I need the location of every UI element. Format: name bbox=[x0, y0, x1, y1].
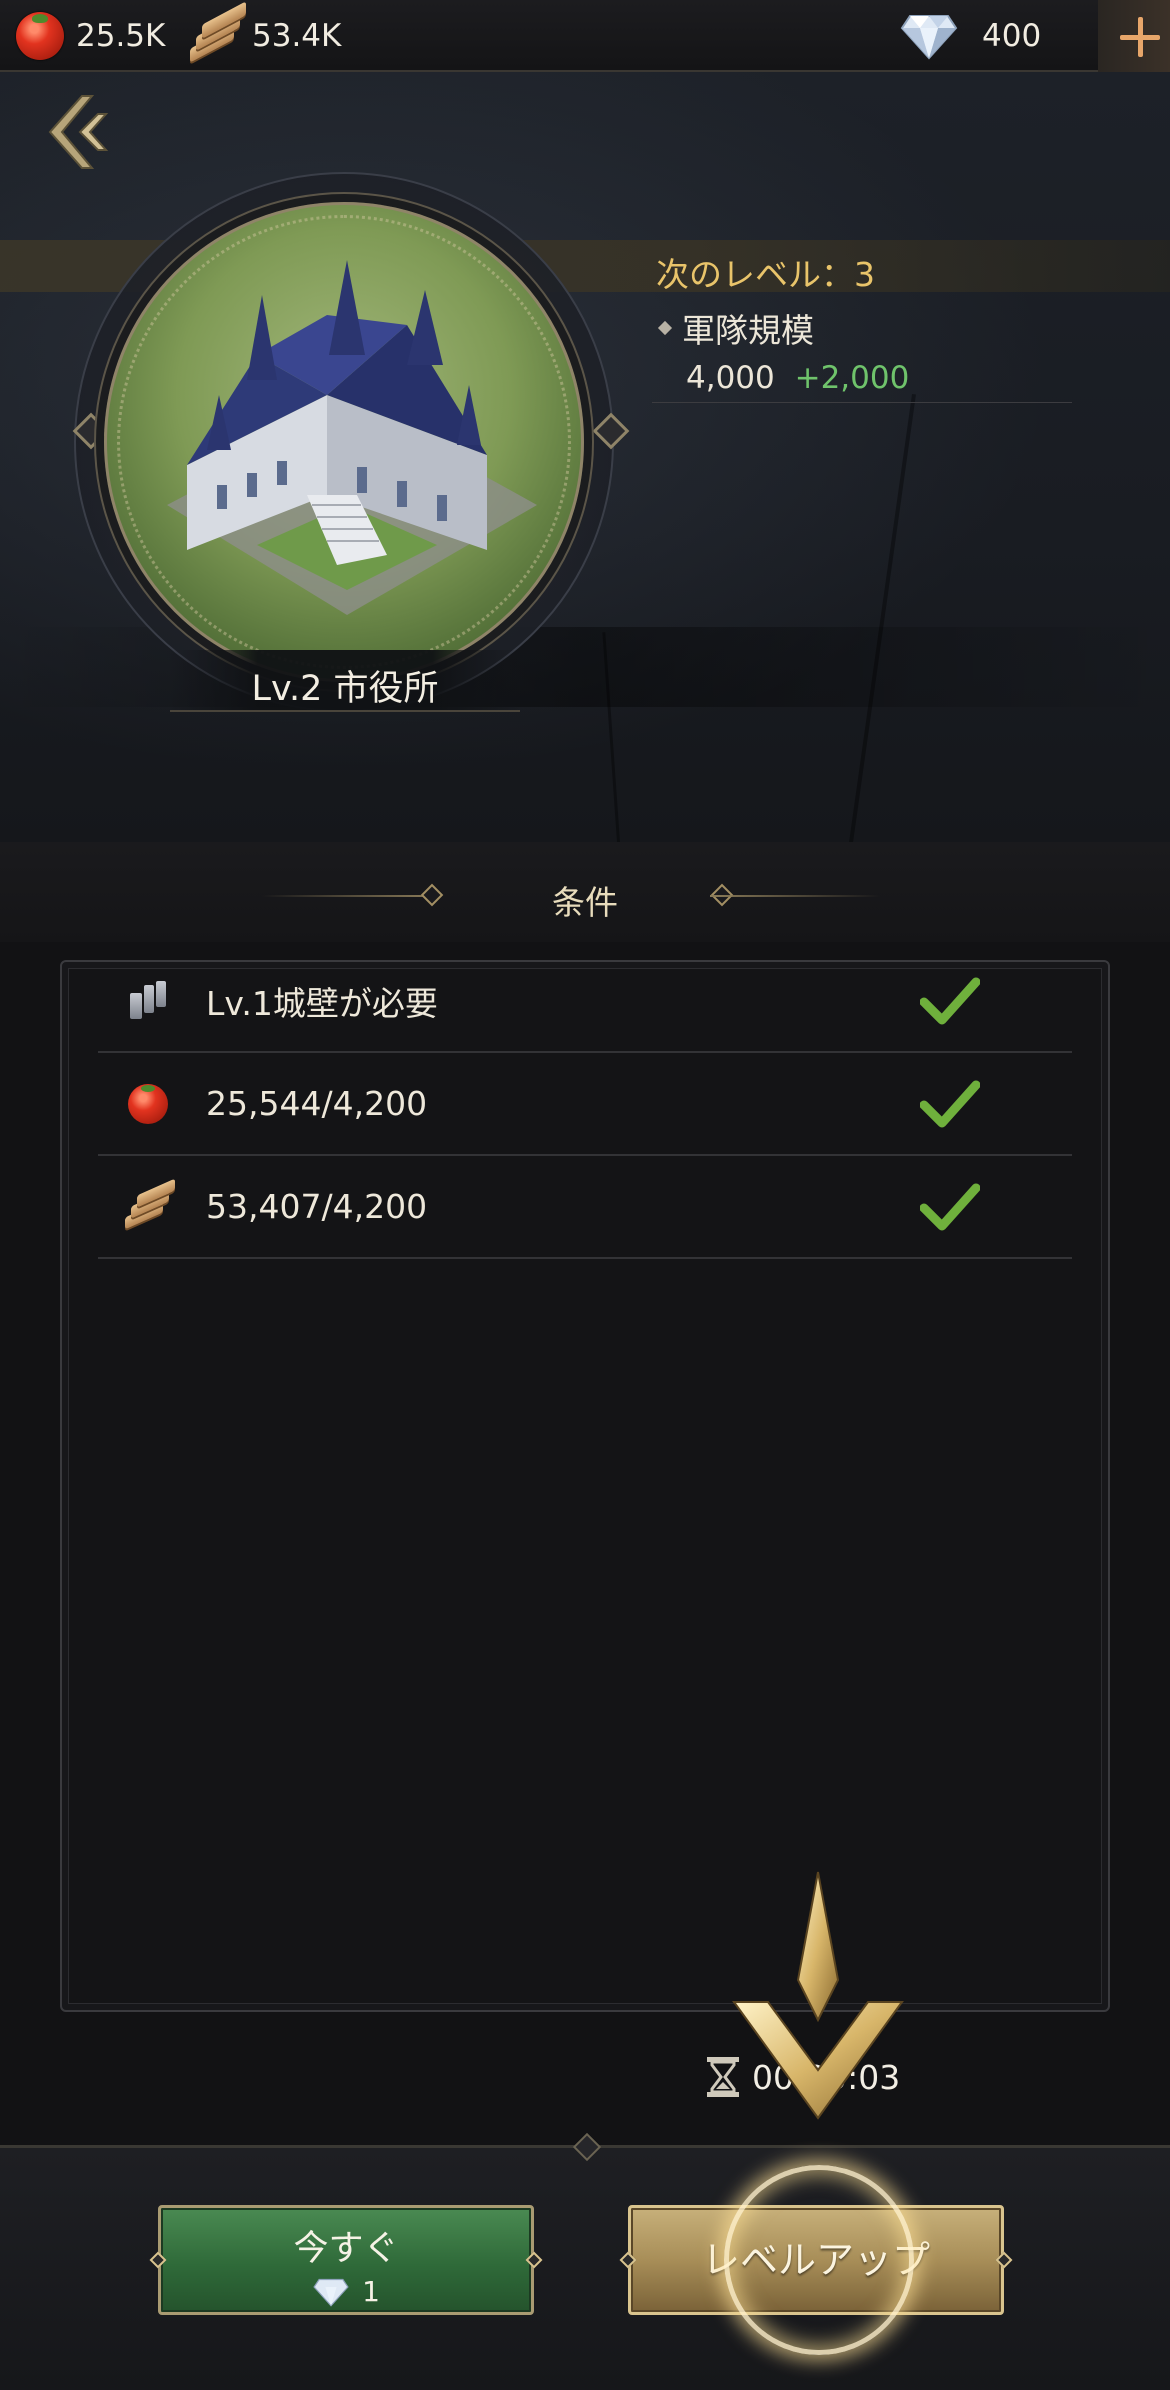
stat-name: 軍隊規模 bbox=[682, 311, 814, 350]
food-icon bbox=[128, 1083, 168, 1124]
diamond-icon bbox=[313, 2278, 349, 2307]
conditions-title: 条件 bbox=[552, 883, 618, 922]
bullet-icon bbox=[657, 320, 673, 336]
condition-text: 53,407/4,200 bbox=[206, 1187, 428, 1226]
instant-upgrade-label: 今すぐ bbox=[293, 2229, 399, 2269]
level-up-button[interactable]: レベルアップ bbox=[628, 2205, 1004, 2315]
wood-icon bbox=[123, 1178, 175, 1229]
wood-icon bbox=[186, 1, 246, 63]
building-header: 次のレベル：3 軍隊規模 4,000 +2,000 Lv.2 市役所 bbox=[0, 72, 1170, 842]
add-gems-button[interactable] bbox=[1098, 0, 1170, 72]
diamond-icon bbox=[900, 12, 958, 60]
condition-row-wood[interactable]: 53,407/4,200 bbox=[98, 1156, 1072, 1259]
wall-icon bbox=[126, 980, 170, 1021]
back-button[interactable] bbox=[44, 94, 114, 170]
tutorial-arrow-icon bbox=[732, 1871, 904, 2120]
stat-current: 4,000 bbox=[686, 360, 775, 396]
check-icon bbox=[919, 1079, 981, 1129]
condition-text: 25,544/4,200 bbox=[206, 1084, 428, 1123]
wood-resource[interactable]: 53.4K bbox=[186, 1, 342, 63]
level-up-label: レベルアップ bbox=[701, 2238, 930, 2282]
wood-value: 53.4K bbox=[252, 18, 342, 54]
check-icon bbox=[919, 1182, 981, 1232]
condition-row-wall[interactable]: Lv.1城壁が必要 bbox=[98, 950, 1072, 1053]
instant-upgrade-cost: 1 bbox=[362, 2275, 380, 2308]
food-icon bbox=[16, 12, 64, 60]
gem-value: 400 bbox=[982, 18, 1042, 54]
town-hall-building-icon bbox=[167, 260, 537, 615]
town-hall-image bbox=[104, 202, 584, 682]
next-level-label: 次のレベル：3 bbox=[656, 255, 875, 294]
check-icon bbox=[919, 976, 981, 1026]
food-value: 25.5K bbox=[76, 18, 166, 54]
stat-increase: +2,000 bbox=[794, 360, 910, 396]
ornament-right bbox=[710, 895, 880, 897]
stat-army-size: 軍隊規模 4,000 +2,000 bbox=[656, 304, 1076, 396]
resource-bar: 25.5K 53.4K 400 bbox=[0, 0, 1170, 72]
condition-row-food[interactable]: 25,544/4,200 bbox=[98, 1053, 1072, 1156]
instant-upgrade-button[interactable]: 今すぐ 1 bbox=[158, 2205, 534, 2315]
chevron-left-icon bbox=[48, 95, 109, 169]
building-name: Lv.2 市役所 bbox=[251, 669, 439, 709]
stat-divider bbox=[652, 402, 1072, 403]
condition-text: Lv.1城壁が必要 bbox=[206, 983, 438, 1023]
gem-resource[interactable]: 400 bbox=[900, 10, 1041, 62]
food-resource[interactable]: 25.5K bbox=[16, 10, 165, 62]
